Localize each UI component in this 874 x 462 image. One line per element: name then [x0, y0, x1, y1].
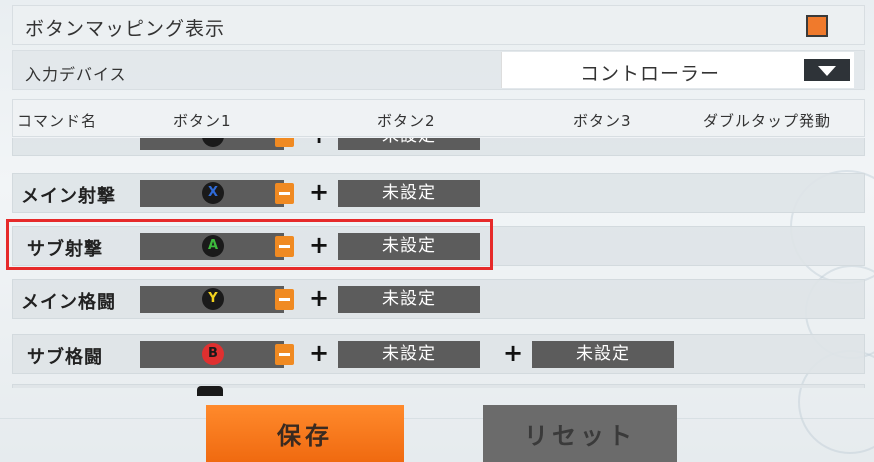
- controller-button-icon: [197, 386, 223, 396]
- table-row[interactable]: サブ格闘 B + 未設定 + 未設定: [12, 334, 865, 374]
- button1-slot[interactable]: Y: [140, 286, 284, 313]
- plus-icon: +: [309, 178, 330, 206]
- command-list[interactable]: + 未設定 メイン射撃 X + 未設定 サブ射撃 A + 未設定 メイン格闘 Y…: [0, 138, 874, 388]
- column-button3: ボタン3: [573, 112, 632, 130]
- column-button1: ボタン1: [173, 112, 232, 130]
- controller-button-x-icon: X: [202, 182, 224, 204]
- remove-binding-icon[interactable]: [275, 344, 294, 365]
- table-row[interactable]: メイン格闘 Y + 未設定: [12, 279, 865, 319]
- button2-slot[interactable]: 未設定: [338, 341, 480, 368]
- controller-button-icon: [202, 138, 224, 147]
- button1-slot[interactable]: X: [140, 180, 284, 207]
- table-row[interactable]: + 未設定: [12, 138, 865, 156]
- table-row[interactable]: サブ射撃 A + 未設定: [12, 226, 865, 266]
- button3-slot[interactable]: 未設定: [532, 341, 674, 368]
- table-row[interactable]: [12, 384, 865, 388]
- button2-slot[interactable]: 未設定: [338, 286, 480, 313]
- column-button2: ボタン2: [377, 112, 436, 130]
- command-name: サブ格闘: [27, 347, 103, 368]
- save-button[interactable]: 保存: [206, 405, 404, 462]
- background-line: [0, 418, 874, 419]
- remove-binding-icon[interactable]: [275, 183, 294, 204]
- button-mapping-toggle-row: ボタンマッピング表示: [12, 5, 865, 45]
- input-device-row: 入力デバイス コントローラー: [12, 50, 865, 90]
- plus-icon: +: [309, 339, 330, 367]
- button2-slot[interactable]: 未設定: [338, 233, 480, 260]
- controller-button-a-icon: A: [202, 235, 224, 257]
- column-command-name: コマンド名: [17, 112, 98, 130]
- button1-slot[interactable]: [140, 138, 284, 150]
- dropdown-arrow-icon[interactable]: [804, 59, 850, 81]
- input-device-select[interactable]: コントローラー: [501, 52, 854, 88]
- button1-slot[interactable]: B: [140, 341, 284, 368]
- command-name: メイン射撃: [21, 186, 116, 207]
- input-device-label: 入力デバイス: [25, 65, 127, 84]
- remove-binding-icon[interactable]: [275, 289, 294, 310]
- remove-binding-icon[interactable]: [275, 236, 294, 257]
- button-mapping-checkbox[interactable]: [806, 15, 828, 37]
- plus-icon: +: [309, 138, 329, 149]
- command-name: サブ射撃: [27, 239, 103, 260]
- command-name: メイン格闘: [21, 292, 116, 313]
- plus-icon: +: [503, 339, 524, 367]
- remove-binding-icon[interactable]: [275, 138, 294, 147]
- table-row[interactable]: メイン射撃 X + 未設定: [12, 173, 865, 213]
- column-double-tap: ダブルタップ発動: [703, 112, 832, 130]
- button2-slot[interactable]: 未設定: [338, 138, 480, 150]
- button2-slot[interactable]: 未設定: [338, 180, 480, 207]
- button-mapping-title: ボタンマッピング表示: [25, 18, 226, 40]
- plus-icon: +: [309, 284, 330, 312]
- column-header-row: コマンド名 ボタン1 ボタン2 ボタン3 ダブルタップ発動: [12, 99, 865, 137]
- button1-slot[interactable]: A: [140, 233, 284, 260]
- plus-icon: +: [309, 231, 330, 259]
- controller-button-y-icon: Y: [202, 288, 224, 310]
- input-device-value: コントローラー: [579, 63, 720, 85]
- controller-button-b-icon: B: [202, 343, 224, 365]
- reset-button[interactable]: リセット: [483, 405, 677, 462]
